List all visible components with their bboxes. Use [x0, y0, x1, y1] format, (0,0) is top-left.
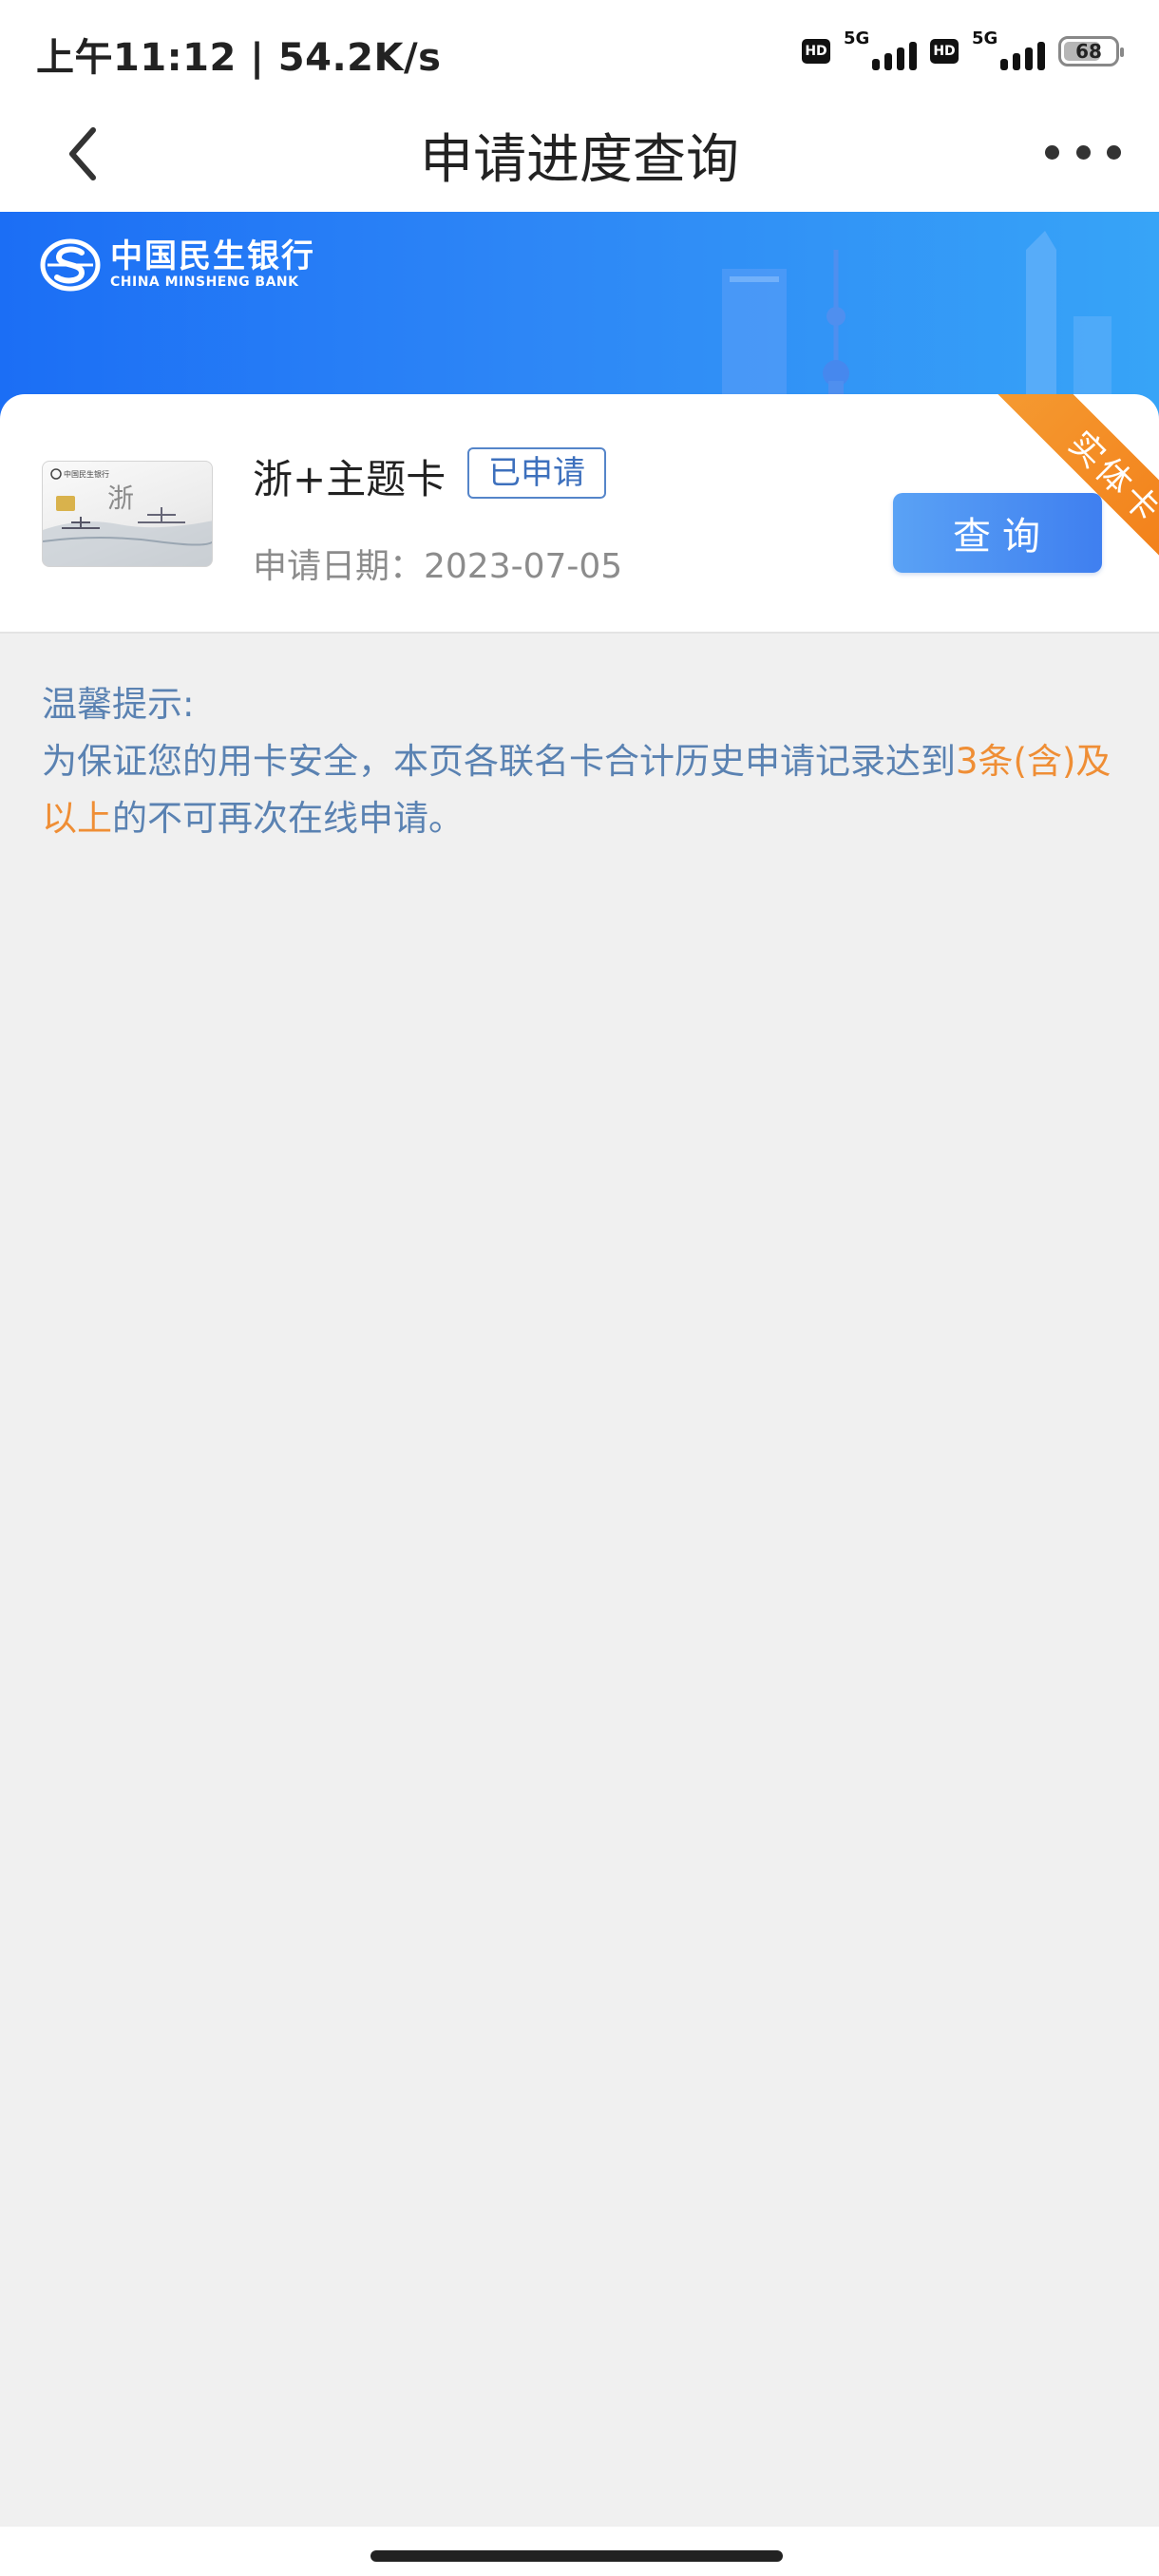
tips-section: 温馨提示: 为保证您的用卡安全，本页各联名卡合计历史申请记录达到3条(含)及以上…	[42, 676, 1125, 847]
bank-name-en: CHINA MINSHENG BANK	[110, 275, 299, 290]
nav-bar: 申请进度查询	[0, 100, 1159, 212]
bank-name-cn: 中国民生银行	[110, 237, 315, 275]
more-dot-icon	[1107, 144, 1121, 160]
network-label-sim1: 5G	[844, 28, 870, 48]
more-dot-icon	[1045, 144, 1059, 160]
battery-icon: 68	[1058, 36, 1124, 66]
ribbon-label: 实体卡	[998, 394, 1159, 596]
tips-text-part1: 为保证您的用卡安全，本页各联名卡合计历史申请记录达到	[42, 741, 956, 782]
apply-date: 申请日期：2023-07-05	[253, 547, 623, 586]
card-application-item: 中国民生银行 浙 浙+主题卡 已申请 申请日期：2023-07-05 查询 实体…	[0, 394, 1159, 634]
hd-badge-sim1: HD	[802, 39, 830, 64]
status-time: 上午11:12 | 54.2K/s	[36, 36, 442, 80]
bank-logo: 中国民生银行 CHINA MINSHENG BANK	[40, 238, 315, 292]
signal-icon-sim1: 5G	[844, 28, 917, 70]
card-thumb-char: 浙	[107, 483, 134, 514]
status-badge: 已申请	[467, 447, 606, 499]
card-thumb-brand: 中国民生银行	[64, 469, 109, 479]
page: 上午11:12 | 54.2K/s HD 5G HD 5G 68 申请进度查询 …	[0, 0, 1159, 2576]
status-bar: 上午11:12 | 54.2K/s HD 5G HD 5G 68	[0, 0, 1159, 100]
status-icons: HD 5G HD 5G 68	[802, 25, 1124, 78]
network-label-sim2: 5G	[972, 28, 998, 48]
home-indicator[interactable]	[370, 2550, 783, 2562]
more-options-button[interactable]	[1045, 138, 1121, 166]
battery-level: 68	[1075, 40, 1102, 63]
page-title: 申请进度查询	[420, 129, 739, 191]
hd-badge-sim2: HD	[930, 39, 959, 64]
bank-logo-icon	[40, 238, 101, 292]
card-name: 浙+主题卡	[253, 456, 446, 502]
physical-card-ribbon: 实体卡	[940, 394, 1159, 613]
tips-title: 温馨提示:	[42, 684, 195, 725]
signal-icon-sim2: 5G	[972, 28, 1045, 70]
more-dot-icon	[1075, 144, 1091, 160]
tips-body: 为保证您的用卡安全，本页各联名卡合计历史申请记录达到3条(含)及以上的不可再次在…	[42, 733, 1125, 847]
tips-text-part2: 的不可再次在线申请。	[112, 798, 464, 839]
card-thumbnail: 中国民生银行 浙	[42, 461, 213, 567]
